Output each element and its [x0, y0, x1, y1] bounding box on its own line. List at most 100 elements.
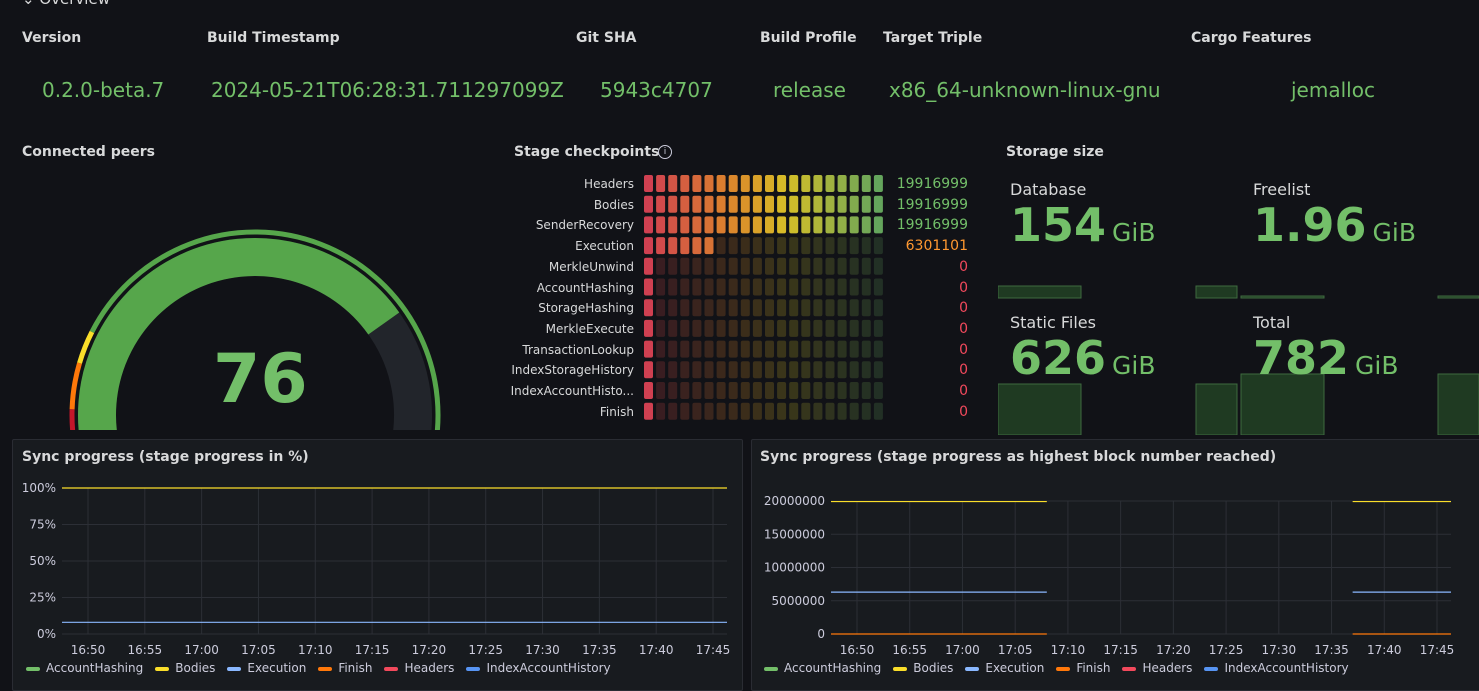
checkpoint-cell: [680, 278, 690, 296]
checkpoint-cell: [752, 382, 762, 399]
checkpoint-cell: [873, 319, 883, 337]
x-tick-label: 17:00: [945, 643, 980, 657]
x-tick-label: 16:55: [892, 643, 927, 657]
legend-item[interactable]: Headers: [1122, 661, 1192, 675]
checkpoint-cell: [704, 382, 714, 399]
legend-item[interactable]: Finish: [318, 661, 372, 675]
legend-item[interactable]: AccountHashing: [764, 661, 881, 675]
checkpoint-cell: [789, 257, 799, 275]
legend-item[interactable]: IndexAccountHistory: [466, 661, 611, 675]
checkpoint-cell: [825, 402, 835, 420]
checkpoint-cell: [728, 340, 738, 358]
checkpoint-cell: [728, 278, 738, 296]
overview-value: x86_64-unknown-linux-gnu: [889, 78, 1161, 102]
checkpoint-cell: [873, 195, 883, 213]
legend-swatch: [26, 666, 40, 671]
checkpoint-cell: [813, 175, 823, 192]
stage-label: StorageHashing: [538, 301, 634, 316]
checkpoint-cell: [849, 319, 859, 337]
stage-label: SenderRecovery: [535, 218, 634, 233]
checkpoint-cell: [716, 340, 726, 358]
stage-value: 0: [959, 258, 968, 275]
checkpoint-cell: [837, 299, 847, 317]
checkpoint-cell: [861, 175, 871, 192]
checkpoint-cell: [740, 299, 750, 317]
legend-swatch: [965, 666, 980, 671]
legend-label: IndexAccountHistory: [486, 661, 611, 675]
legend-item[interactable]: AccountHashing: [26, 661, 143, 675]
connected-peers-title: Connected peers: [22, 144, 155, 160]
sync-progress-block-legend: AccountHashing Bodies Execution Finish Heade…: [764, 661, 1349, 675]
legend-item[interactable]: Headers: [384, 661, 454, 675]
checkpoint-cell: [789, 319, 799, 337]
checkpoint-cell: [873, 361, 883, 379]
checkpoint-cell: [849, 237, 859, 255]
stage-label: Finish: [599, 404, 634, 419]
legend-item[interactable]: Finish: [1056, 661, 1110, 675]
checkpoint-cell: [777, 299, 787, 317]
checkpoint-cell: [740, 402, 750, 420]
checkpoint-cell: [777, 402, 787, 420]
checkpoint-cell: [873, 299, 883, 317]
stage-label: AccountHashing: [536, 280, 634, 295]
legend-item[interactable]: Execution: [227, 661, 306, 675]
checkpoint-cell: [849, 402, 859, 420]
checkpoint-cell: [704, 299, 714, 317]
checkpoint-cell: [692, 402, 702, 420]
checkpoint-cell: [837, 340, 847, 358]
overview-section-header[interactable]: ⌄ Overview: [22, 0, 110, 8]
checkpoint-cell: [837, 402, 847, 420]
checkpoint-cell: [813, 237, 823, 255]
checkpoint-cell: [861, 402, 871, 420]
legend-item[interactable]: Execution: [965, 661, 1044, 675]
checkpoint-cell: [740, 278, 750, 296]
legend-label: IndexAccountHistory: [1224, 661, 1349, 675]
stage-label: Bodies: [593, 197, 634, 212]
x-tick-label: 17:20: [1156, 643, 1191, 657]
checkpoint-cell: [825, 299, 835, 317]
checkpoint-cell: [837, 361, 847, 379]
legend-item[interactable]: Bodies: [893, 661, 953, 675]
legend-swatch: [893, 666, 908, 671]
checkpoint-cell: [765, 216, 774, 234]
checkpoint-cell: [777, 340, 787, 358]
checkpoint-cell: [644, 340, 653, 358]
checkpoint-cell: [644, 382, 653, 399]
sparkline-bar: [998, 285, 1082, 299]
legend-label: Finish: [1076, 661, 1111, 675]
checkpoint-cell: [740, 340, 750, 358]
checkpoint-cell: [777, 257, 787, 275]
checkpoint-cell: [716, 299, 726, 317]
checkpoint-cell: [644, 299, 653, 317]
checkpoint-cell: [668, 175, 678, 192]
checkpoint-cell: [801, 216, 811, 234]
checkpoint-cell: [752, 195, 762, 213]
checkpoint-cell: [704, 361, 714, 379]
stage-value: 0: [959, 403, 968, 420]
gauge-threshold-orange: [69, 362, 82, 410]
checkpoint-cell: [752, 278, 762, 296]
x-tick-label: 16:50: [840, 643, 875, 657]
checkpoint-cell: [765, 319, 774, 337]
storage-tile-label: Freelist: [1253, 180, 1311, 199]
checkpoint-cell: [668, 319, 678, 337]
legend-swatch: [764, 666, 778, 671]
checkpoint-cell: [692, 216, 702, 234]
info-circle-icon[interactable]: i: [658, 145, 672, 159]
checkpoint-cell: [656, 257, 666, 275]
checkpoint-cell: [668, 237, 678, 255]
checkpoint-cell: [752, 257, 762, 275]
x-tick-label: 17:30: [1262, 643, 1297, 657]
checkpoint-cell: [728, 257, 738, 275]
checkpoint-cell: [728, 237, 738, 255]
checkpoint-cell: [692, 319, 702, 337]
checkpoint-cell: [789, 340, 799, 358]
checkpoint-cell: [644, 175, 653, 192]
legend-item[interactable]: IndexAccountHistory: [1204, 661, 1349, 675]
legend-item[interactable]: Bodies: [155, 661, 215, 675]
y-tick-label: 0: [817, 627, 825, 641]
storage-tile-label: Total: [1253, 313, 1291, 332]
checkpoint-cell: [680, 299, 690, 317]
storage-unit: GiB: [1372, 218, 1416, 247]
x-tick-label: 17:40: [639, 643, 674, 657]
